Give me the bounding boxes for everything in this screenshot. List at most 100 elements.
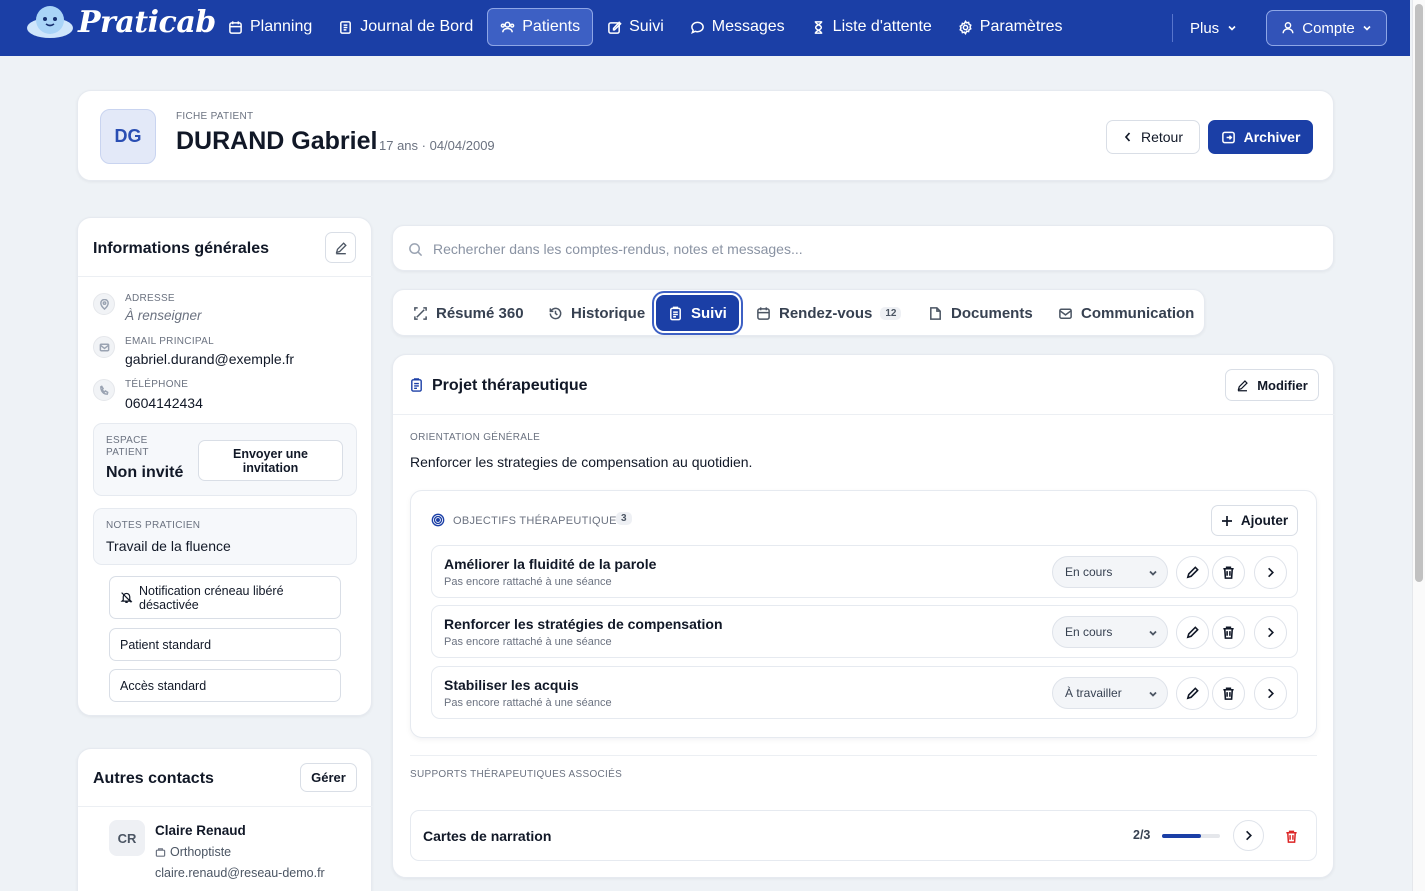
hourglass-icon	[814, 20, 822, 34]
email-value[interactable]: gabriel.durand@exemple.fr	[125, 351, 294, 367]
nav-item-suivi[interactable]: Suivi	[595, 8, 676, 46]
app-logo[interactable]: Praticab	[26, 4, 216, 40]
nav-item-patients[interactable]: Patients	[487, 8, 594, 46]
delete-objective-button[interactable]	[1212, 616, 1245, 649]
objectives-count-badge: 3	[616, 512, 632, 525]
phone-label: TÉLÉPHONE	[125, 379, 189, 390]
patient-kicker: FICHE PATIENT	[176, 111, 254, 122]
chevron-down-icon	[1149, 570, 1157, 576]
general-info-title: Informations générales	[93, 240, 270, 257]
chevron-down-icon	[1149, 691, 1157, 697]
briefcase-icon	[155, 847, 166, 857]
tab-summary-360[interactable]: Résumé 360	[401, 295, 536, 331]
edit-objective-button[interactable]	[1176, 677, 1209, 710]
other-contacts-card: Autres contacts Gérer CR Claire Renaud O…	[77, 748, 373, 891]
objective-status-select[interactable]: En cours	[1052, 556, 1168, 588]
contact-email[interactable]: claire.renaud@reseau-demo.fr	[155, 866, 325, 880]
search-icon	[409, 243, 423, 257]
tab-label: Rendez-vous	[779, 304, 873, 322]
trash-icon	[1285, 830, 1297, 843]
slot-notification-toggle[interactable]: Notification créneau libéré désactivée	[109, 576, 341, 619]
nav-label: Liste d'attente	[832, 18, 932, 35]
open-objective-button[interactable]	[1254, 616, 1287, 649]
therapeutic-project-card: Projet thérapeutique Modifier ORIENTATIO…	[392, 354, 1335, 878]
patient-tabs: Résumé 360 Historique Suivi Rendez-vous …	[392, 289, 1205, 336]
clipboard-icon	[411, 378, 422, 392]
chevron-right-icon	[1268, 567, 1274, 578]
archive-button[interactable]: Archiver	[1208, 120, 1313, 154]
edit-info-button[interactable]	[325, 232, 356, 263]
support-progress-fill	[1162, 834, 1201, 838]
objectives-panel: OBJECTIFS THÉRAPEUTIQUES 3 Ajouter Améli…	[410, 490, 1317, 738]
chevron-right-icon	[1268, 627, 1274, 638]
nav-item-messages[interactable]: Messages	[678, 8, 797, 46]
account-menu-button[interactable]: Compte	[1266, 10, 1387, 46]
objective-subtitle: Pas encore rattaché à une séance	[444, 576, 612, 588]
tab-documents[interactable]: Documents	[916, 295, 1045, 331]
open-support-button[interactable]	[1233, 820, 1264, 851]
location-icon	[93, 293, 115, 315]
project-title: Projet thérapeutique	[432, 377, 588, 394]
main-nav: Planning Journal de Bord Patients Suivi …	[216, 8, 1075, 46]
tab-follow-up[interactable]: Suivi	[656, 295, 739, 331]
page-scrollbar[interactable]	[1412, 0, 1425, 891]
document-icon	[930, 306, 941, 320]
objective-status-select[interactable]: À travailler	[1052, 677, 1168, 709]
back-button[interactable]: Retour	[1106, 120, 1200, 154]
notification-label-1: Notification créneau libéré	[139, 583, 284, 598]
open-objective-button[interactable]	[1254, 677, 1287, 710]
tab-history[interactable]: Historique	[536, 295, 657, 331]
search-input[interactable]	[433, 234, 1313, 264]
add-objective-button[interactable]: Ajouter	[1211, 505, 1298, 536]
trash-icon	[1223, 626, 1234, 639]
objective-title: Améliorer la fluidité de la parole	[444, 556, 657, 572]
back-label: Retour	[1140, 129, 1184, 145]
notification-label-2: désactivée	[139, 597, 199, 612]
objective-status-select[interactable]: En cours	[1052, 616, 1168, 648]
pencil-icon	[1186, 626, 1199, 639]
tab-label: Suivi	[691, 304, 727, 322]
manage-label: Gérer	[311, 770, 346, 785]
edit-icon	[608, 20, 622, 34]
orientation-label: ORIENTATION GÉNÉRALE	[410, 432, 541, 443]
nav-item-waiting-list[interactable]: Liste d'attente	[799, 8, 944, 46]
scrollbar-thumb[interactable]	[1415, 4, 1423, 582]
mail-icon	[93, 336, 115, 358]
access-level-label: Accès standard	[120, 678, 207, 693]
contact-name[interactable]: Claire Renaud	[155, 823, 246, 838]
support-progress-bar	[1162, 834, 1220, 838]
practitioner-notes-box: NOTES PRATICIEN Travail de la fluence	[93, 508, 357, 565]
objective-title: Renforcer les stratégies de compensation	[444, 616, 723, 632]
delete-support-button[interactable]	[1281, 826, 1301, 846]
edit-objective-button[interactable]	[1176, 616, 1209, 649]
patient-type-pill[interactable]: Patient standard	[109, 628, 341, 661]
tab-appointments[interactable]: Rendez-vous 12	[744, 295, 913, 331]
open-objective-button[interactable]	[1254, 556, 1287, 589]
delete-objective-button[interactable]	[1212, 556, 1245, 589]
nav-item-planning[interactable]: Planning	[216, 8, 324, 46]
tab-communication[interactable]: Communication	[1046, 295, 1206, 331]
history-icon	[549, 307, 562, 319]
patient-name: DURAND Gabriel	[176, 127, 378, 155]
modify-project-button[interactable]: Modifier	[1225, 369, 1319, 401]
info-divider	[78, 276, 373, 277]
nav-item-settings[interactable]: Paramètres	[946, 8, 1075, 46]
delete-objective-button[interactable]	[1212, 677, 1245, 710]
access-level-pill[interactable]: Accès standard	[109, 669, 341, 702]
phone-value[interactable]: 0604142434	[125, 395, 203, 411]
send-invitation-button[interactable]: Envoyer une invitation	[198, 440, 343, 481]
manage-contacts-button[interactable]: Gérer	[300, 763, 357, 792]
email-label: EMAIL PRINCIPAL	[125, 336, 214, 347]
nav-divider	[1172, 14, 1173, 42]
notes-label: NOTES PRATICIEN	[106, 520, 201, 531]
nav-item-journal[interactable]: Journal de Bord	[326, 8, 485, 46]
more-menu-button[interactable]: Plus	[1180, 10, 1247, 46]
notes-value: Travail de la fluence	[106, 538, 231, 554]
patient-space-box: ESPACE PATIENT Non invité Envoyer une in…	[93, 423, 357, 496]
chevron-down-icon	[1363, 25, 1371, 31]
edit-objective-button[interactable]	[1176, 556, 1209, 589]
supports-divider	[410, 755, 1317, 756]
supports-label: SUPPORTS THÉRAPEUTIQUES ASSOCIÉS	[410, 769, 623, 780]
scan-icon	[414, 306, 427, 320]
objective-row: Stabiliser les acquis Pas encore rattach…	[431, 666, 1298, 719]
